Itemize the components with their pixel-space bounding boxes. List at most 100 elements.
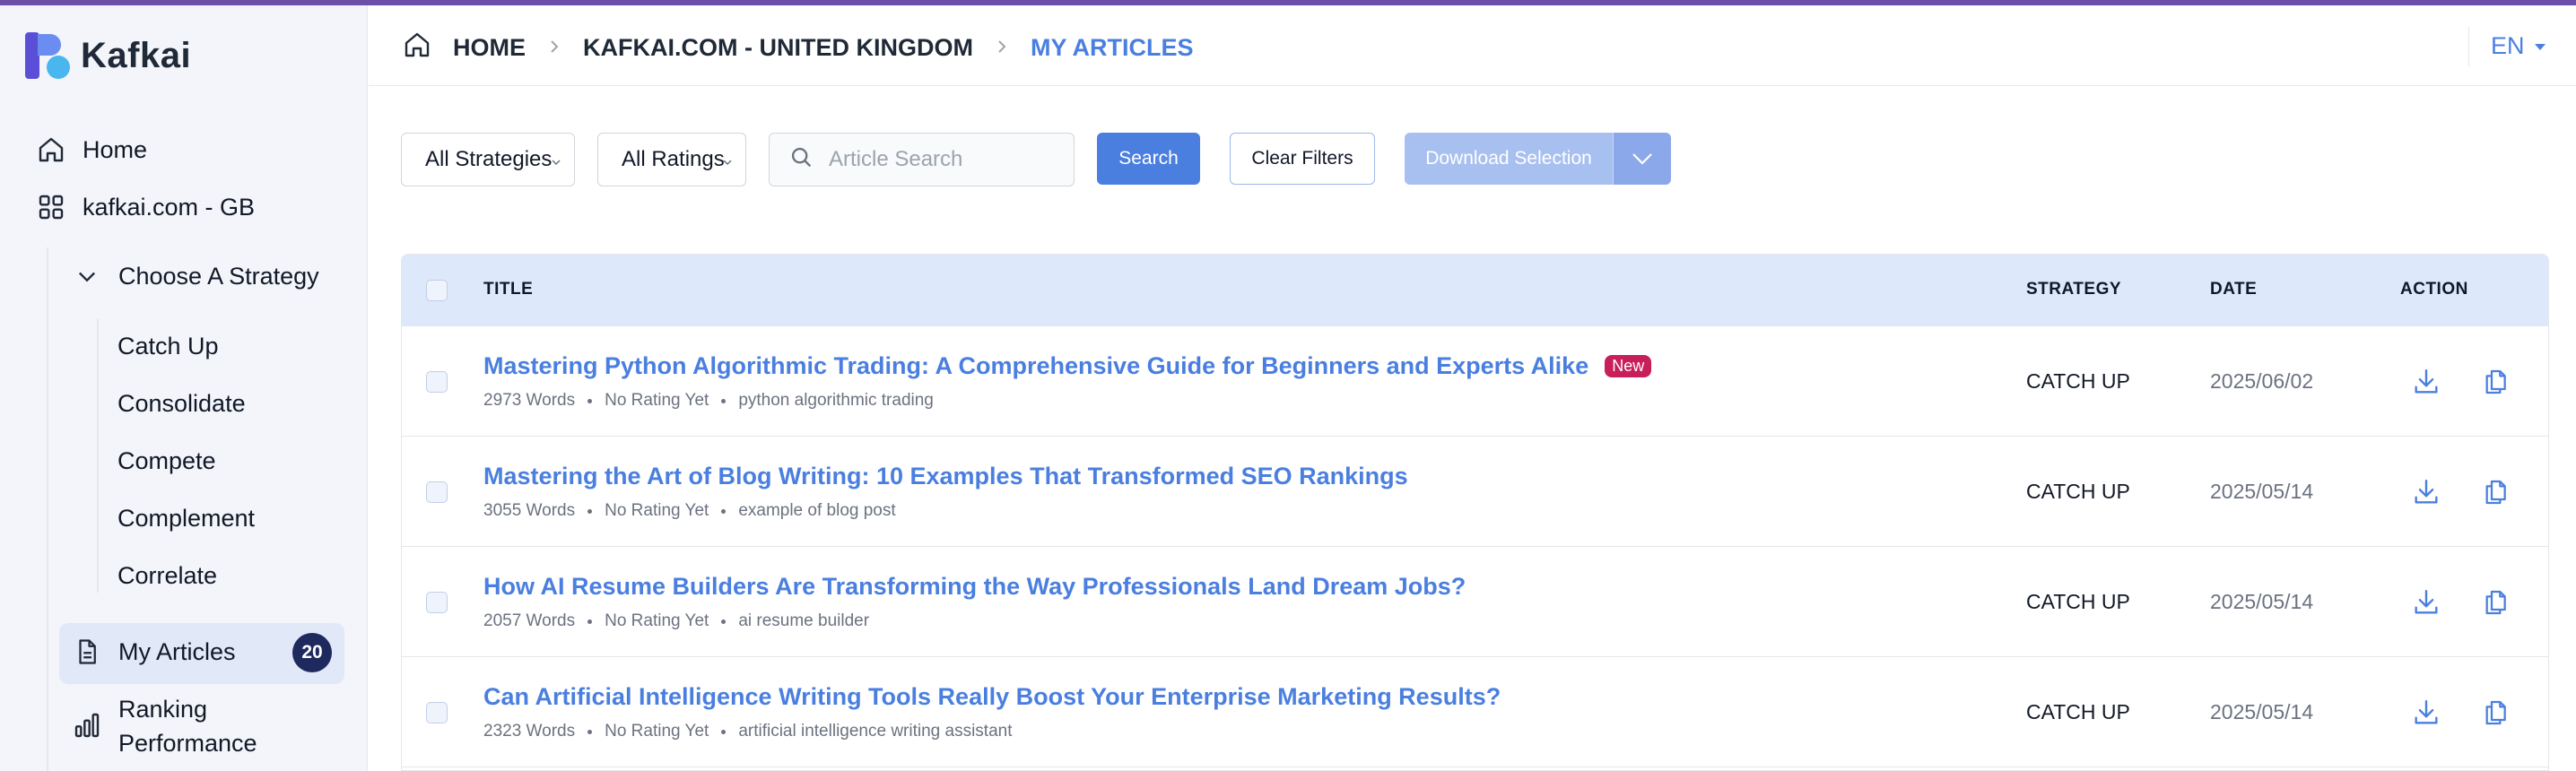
row-checkbox[interactable] <box>426 592 448 613</box>
bar-chart-icon <box>72 710 102 741</box>
rating-status: No Rating Yet <box>605 611 709 630</box>
article-title: Can Artificial Intelligence Writing Tool… <box>483 683 1501 710</box>
download-selection-split-button: Download Selection <box>1405 133 1671 185</box>
language-label: EN <box>2491 32 2525 59</box>
article-meta: 2973 Words No Rating Yet python algorith… <box>483 391 934 411</box>
download-options-toggle[interactable] <box>1613 133 1671 185</box>
sidebar-item-label: Ranking Performance <box>118 692 257 760</box>
breadcrumb: HOME KAFKAI.COM - UNITED KINGDOM MY ARTI… <box>403 30 1193 65</box>
sidebar: Kafkai Home kafkai.com - GB Choose A Str… <box>0 5 368 771</box>
article-title-link[interactable]: Mastering the Art of Blog Writing: 10 Ex… <box>483 463 1408 490</box>
download-icon[interactable] <box>2408 695 2444 731</box>
article-search-box[interactable] <box>769 133 1075 186</box>
kafkai-logo-icon <box>25 32 70 79</box>
sub-tree-line <box>97 319 99 593</box>
copy-icon[interactable] <box>2477 474 2513 510</box>
row-checkbox[interactable] <box>426 702 448 723</box>
article-title: Mastering Python Algorithmic Trading: A … <box>483 352 1589 379</box>
document-icon <box>72 637 102 667</box>
sidebar-item-consolidate[interactable]: Consolidate <box>117 390 246 418</box>
search-button[interactable]: Search <box>1097 133 1200 185</box>
article-title-link[interactable]: How AI Resume Builders Are Transforming … <box>483 573 1466 601</box>
word-count: 2973 Words <box>483 391 576 410</box>
articles-count-badge: 20 <box>292 633 332 672</box>
row-checkbox[interactable] <box>426 371 448 393</box>
rating-filter-value: All Ratings <box>622 147 725 171</box>
sidebar-group-strategy[interactable]: Choose A Strategy <box>72 261 319 291</box>
article-meta: 2057 Words No Rating Yet ai resume build… <box>483 611 869 631</box>
rating-status: No Rating Yet <box>605 722 709 741</box>
breadcrumb-home[interactable]: HOME <box>453 34 526 62</box>
ranking-line2: Performance <box>118 730 257 757</box>
download-icon[interactable] <box>2408 474 2444 510</box>
sidebar-item-label: My Articles <box>118 637 236 665</box>
articles-table: TITLE STRATEGY DATE ACTION Mastering Pyt… <box>401 254 2549 771</box>
row-date: 2025/05/14 <box>2210 700 2314 723</box>
article-title: How AI Resume Builders Are Transforming … <box>483 573 1466 600</box>
copy-icon[interactable] <box>2477 585 2513 620</box>
breadcrumb-site[interactable]: KAFKAI.COM - UNITED KINGDOM <box>583 34 973 62</box>
copy-icon[interactable] <box>2477 364 2513 400</box>
sidebar-item-site[interactable]: kafkai.com - GB <box>36 192 255 222</box>
nav-tree-line <box>47 247 48 771</box>
sidebar-item-label: Home <box>83 135 148 163</box>
table-row: Mastering the Art of Blog Writing: 10 Ex… <box>402 437 2548 547</box>
logo[interactable]: Kafkai <box>25 32 191 79</box>
new-badge: New <box>1605 355 1652 377</box>
sidebar-item-my-articles-content[interactable]: My Articles <box>72 637 236 667</box>
keyword: ai resume builder <box>738 611 870 630</box>
row-checkbox[interactable] <box>426 481 448 503</box>
top-header: HOME KAFKAI.COM - UNITED KINGDOM MY ARTI… <box>369 5 2576 86</box>
copy-icon[interactable] <box>2477 695 2513 731</box>
chevron-down-icon <box>1632 153 1652 165</box>
rating-filter-select[interactable]: All Ratings <box>597 133 746 186</box>
rating-status: No Rating Yet <box>605 501 709 520</box>
keyword: artificial intelligence writing assistan… <box>738 722 1013 741</box>
chevron-right-icon <box>547 34 561 62</box>
column-strategy: STRATEGY <box>2026 280 2122 299</box>
sidebar-item-catch-up[interactable]: Catch Up <box>117 333 219 360</box>
keyword: python algorithmic trading <box>738 391 934 410</box>
language-selector[interactable]: EN <box>2491 32 2546 60</box>
article-title-link[interactable]: Can Artificial Intelligence Writing Tool… <box>483 683 1501 711</box>
table-row: Can Artificial Intelligence Writing Tool… <box>402 657 2548 767</box>
keyword: example of blog post <box>738 501 896 520</box>
grid-icon <box>36 192 66 222</box>
home-icon <box>36 134 66 165</box>
download-icon[interactable] <box>2408 585 2444 620</box>
select-all-checkbox[interactable] <box>426 280 448 301</box>
clear-filters-button[interactable]: Clear Filters <box>1230 133 1375 185</box>
download-selection-button[interactable]: Download Selection <box>1405 133 1613 185</box>
row-strategy: CATCH UP <box>2026 700 2130 723</box>
sidebar-item-compete[interactable]: Compete <box>117 447 216 475</box>
sidebar-item-home[interactable]: Home <box>36 134 147 165</box>
row-date: 2025/05/14 <box>2210 590 2314 613</box>
column-title: TITLE <box>483 280 534 299</box>
sidebar-item-label: kafkai.com - GB <box>83 193 256 221</box>
home-icon[interactable] <box>403 30 431 65</box>
search-icon <box>789 145 814 175</box>
chevron-right-icon <box>995 34 1009 62</box>
row-strategy: CATCH UP <box>2026 480 2130 503</box>
row-date: 2025/06/02 <box>2210 369 2314 393</box>
sidebar-item-correlate[interactable]: Correlate <box>117 562 217 590</box>
strategy-filter-select[interactable]: All Strategies <box>401 133 575 186</box>
row-strategy: CATCH UP <box>2026 369 2130 393</box>
row-strategy: CATCH UP <box>2026 590 2130 613</box>
caret-down-icon <box>2534 43 2546 50</box>
breadcrumb-current: MY ARTICLES <box>1030 34 1194 61</box>
sidebar-item-complement[interactable]: Complement <box>117 505 255 533</box>
sidebar-item-ranking[interactable]: Ranking Performance <box>72 692 257 760</box>
strategy-filter-value: All Strategies <box>425 147 553 171</box>
article-search-input[interactable] <box>829 147 1053 172</box>
word-count: 2323 Words <box>483 722 576 741</box>
download-icon[interactable] <box>2408 364 2444 400</box>
chevron-down-icon <box>72 261 102 291</box>
article-title-link[interactable]: Mastering Python Algorithmic Trading: A … <box>483 352 1652 380</box>
header-divider <box>2468 27 2469 66</box>
word-count: 3055 Words <box>483 501 576 520</box>
sidebar-group-label: Choose A Strategy <box>118 262 319 290</box>
article-meta: 2323 Words No Rating Yet artificial inte… <box>483 722 1013 741</box>
column-date: DATE <box>2210 280 2258 299</box>
column-action: ACTION <box>2400 280 2468 299</box>
